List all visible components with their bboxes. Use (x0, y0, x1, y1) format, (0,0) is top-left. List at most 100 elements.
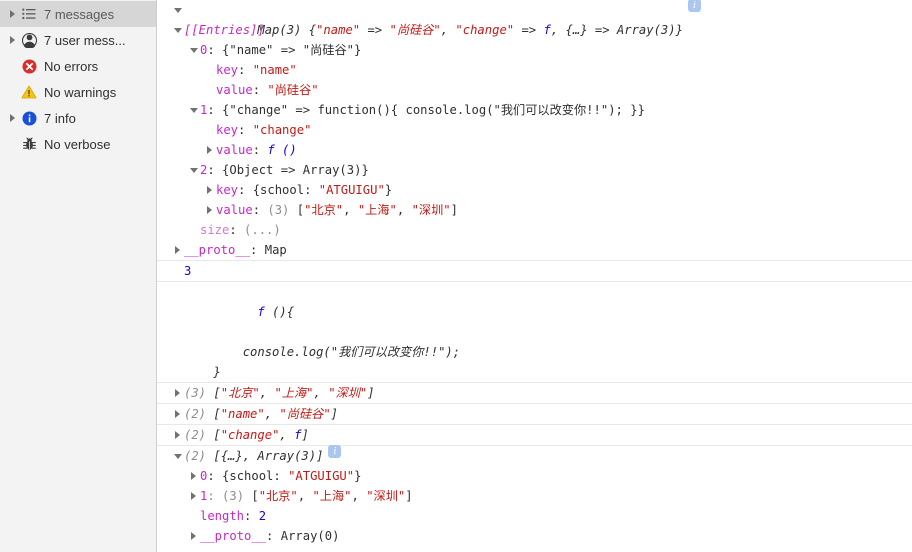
property-value: "name" (252, 63, 297, 77)
expand-triangle[interactable] (6, 114, 19, 122)
sidebar-item-verbose[interactable]: No verbose (0, 131, 156, 157)
expand-triangle[interactable] (203, 140, 216, 160)
info-badge[interactable]: i (687, 0, 701, 12)
bracket-open: [ (251, 489, 259, 503)
console-output[interactable]: Map(3) {"name" => "尚硅谷", "change" => f, … (157, 0, 912, 552)
property-name: size (200, 223, 230, 237)
console-message-number[interactable]: 3 (157, 261, 912, 282)
sidebar-item-label: No verbose (44, 136, 111, 152)
console-message-mixed-array[interactable]: (2) [{…}, Array(3)] i 0: {school: "ATGUI… (157, 445, 912, 546)
sidebar-item-messages[interactable]: 7 messages (0, 1, 156, 27)
number-result: 3 (184, 264, 192, 278)
entry-2-value-line[interactable]: value: (3) ["北京", "上海", "深圳"] (157, 200, 912, 220)
array-item-0: "北京" (220, 386, 260, 400)
expand-triangle[interactable] (203, 180, 216, 200)
collapse-triangle[interactable] (171, 0, 184, 20)
array-count: : (3) (207, 489, 252, 503)
array-item-2: "深圳" (328, 386, 368, 400)
info-badge[interactable]: i (328, 445, 342, 458)
brace-close: } (354, 43, 362, 57)
sidebar-item-info[interactable]: 7 info (0, 105, 156, 131)
array-count: (2) (184, 407, 214, 421)
expand-triangle[interactable] (187, 466, 200, 486)
arrow-2: => (514, 23, 544, 37)
console-message-function[interactable]: f (){ console.log("我们可以改变你!!"); } (157, 282, 912, 383)
entry-function-source: function(){ console.log("我们可以改变你!!"); } (317, 103, 638, 117)
expand-triangle[interactable] (171, 425, 184, 445)
expand-triangle[interactable] (187, 526, 200, 546)
array-item-0: "change" (220, 428, 280, 442)
map-header-line[interactable]: Map(3) {"name" => "尚硅谷", "change" => f, … (157, 0, 912, 37)
collapse-triangle[interactable] (171, 20, 184, 40)
object-close: } (384, 183, 393, 197)
colon: : (207, 163, 223, 177)
map-proto-line[interactable]: __proto__: Map (157, 240, 912, 260)
object-value: "ATGUIGU" (318, 183, 385, 197)
array-line[interactable]: (3) ["北京", "上海", "深圳"] (157, 383, 912, 403)
bracket-close: ] (316, 449, 324, 463)
collapse-triangle[interactable] (187, 100, 200, 120)
colon: : (207, 43, 223, 57)
array-count: (3) (267, 203, 297, 217)
sidebar-item-warnings[interactable]: No warnings (0, 79, 156, 105)
map-type: Map(3) (257, 23, 309, 37)
expand-triangle[interactable] (6, 10, 19, 18)
array-count: (2) (184, 428, 214, 442)
array-item-1: "尚硅谷" (279, 407, 331, 421)
expand-triangle[interactable] (171, 240, 184, 260)
entry-1-line[interactable]: 1: {"change" => function(){ console.log(… (157, 100, 912, 120)
collapse-triangle[interactable] (171, 446, 184, 466)
object-open: {school: (252, 183, 319, 197)
sidebar-item-errors[interactable]: No errors (0, 53, 156, 79)
getter-value[interactable]: (...) (244, 223, 281, 237)
object-close: } (354, 469, 362, 483)
property-name: value (216, 203, 253, 217)
entry-key: "change" (229, 103, 289, 117)
console-sidebar: 7 messages 7 user mess... No errors No w… (0, 0, 157, 552)
property-name: key (216, 183, 239, 197)
map-key-1: "name" (316, 23, 361, 37)
sidebar-item-label: 7 info (44, 110, 76, 126)
map-size-line[interactable]: size: (...) (157, 220, 912, 240)
entry-0-key-line: key: "name" (216, 63, 297, 77)
sidebar-item-label: No errors (44, 58, 99, 74)
property-name: key (216, 123, 239, 137)
array-header-line[interactable]: (2) [{…}, Array(3)] i (157, 445, 912, 466)
expand-triangle[interactable] (187, 486, 200, 506)
sidebar-item-user-messages[interactable]: 7 user mess... (0, 27, 156, 53)
array-line[interactable]: (2) ["name", "尚硅谷"] (157, 404, 912, 424)
separator: , (242, 449, 258, 463)
array-item-1-line[interactable]: 1: (3) ["北京", "上海", "深圳"] (157, 486, 912, 506)
proto-value: Array(0) (280, 529, 340, 543)
entry-2-line[interactable]: 2: {Object => Array(3)} (157, 160, 912, 180)
array-count: (3) (184, 386, 214, 400)
array-item-0: "name" (220, 407, 265, 421)
devtools-console-panel: 7 messages 7 user mess... No errors No w… (0, 0, 912, 552)
console-message-map[interactable]: Map(3) {"name" => "尚硅谷", "change" => f, … (157, 0, 912, 261)
array-item-0-line[interactable]: 0: {school: "ATGUIGU"} (157, 466, 912, 486)
entry-2-key-line[interactable]: key: {school: "ATGUIGU"} (157, 180, 912, 200)
info-icon (19, 111, 39, 126)
map-val-3: Array(3) (616, 23, 676, 37)
entry-1-value-line[interactable]: value: f () (157, 140, 912, 160)
array-line[interactable]: (2) ["change", f] (157, 425, 912, 445)
expand-triangle[interactable] (171, 404, 184, 424)
expand-triangle[interactable] (171, 383, 184, 403)
collapse-triangle[interactable] (187, 40, 200, 60)
expand-triangle[interactable] (6, 36, 19, 44)
property-name: value (216, 143, 253, 157)
entry-0-line[interactable]: 0: {"name" => "尚硅谷"} (157, 40, 912, 60)
bracket-close: ] (405, 489, 413, 503)
entry-key: "name" (229, 43, 274, 57)
map-val-1: "尚硅谷" (389, 23, 441, 37)
array-item-2: "深圳" (366, 489, 406, 503)
console-message-cities-array[interactable]: (3) ["北京", "上海", "深圳"] (157, 383, 912, 404)
collapse-triangle[interactable] (187, 160, 200, 180)
expand-triangle[interactable] (203, 200, 216, 220)
array-proto-line[interactable]: __proto__: Array(0) (157, 526, 912, 546)
array-item-2: "深圳" (411, 203, 451, 217)
console-message-name-entry-array[interactable]: (2) ["name", "尚硅谷"] (157, 404, 912, 425)
console-message-change-entry-array[interactable]: (2) ["change", f] (157, 425, 912, 446)
object-value: "ATGUIGU" (288, 469, 355, 483)
bracket-open: [ (213, 449, 221, 463)
